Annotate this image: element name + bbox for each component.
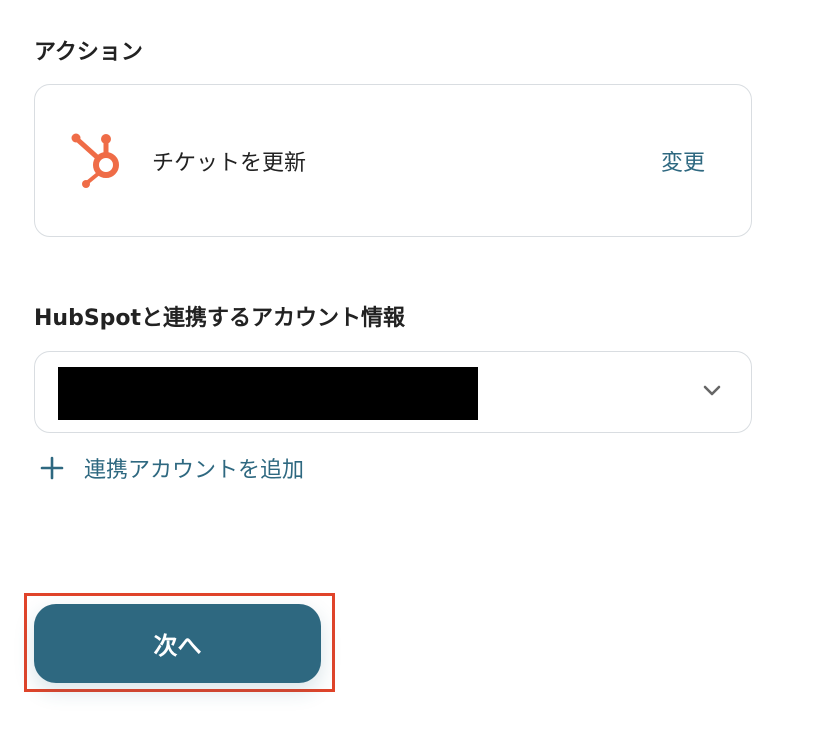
- action-settings-page: アクション チケットを更新 変更 HubSpotと連携するアカウント情報 連携ア…: [0, 0, 840, 748]
- action-section-label: アクション: [34, 40, 143, 65]
- change-action-link[interactable]: 変更: [661, 145, 705, 177]
- action-name: チケットを更新: [152, 151, 307, 176]
- redacted-account-value: [58, 367, 478, 420]
- chevron-down-icon[interactable]: [703, 385, 721, 397]
- add-account-label: 連携アカウントを追加: [84, 458, 305, 483]
- add-account-link[interactable]: 連携アカウントを追加: [40, 452, 304, 484]
- hubspot-icon: [71, 133, 119, 188]
- plus-icon: [40, 456, 64, 480]
- account-section-label: HubSpotと連携するアカウント情報: [34, 306, 406, 331]
- account-select[interactable]: [34, 351, 752, 433]
- action-card: チケットを更新 変更: [34, 84, 752, 237]
- next-button[interactable]: 次へ: [34, 604, 321, 683]
